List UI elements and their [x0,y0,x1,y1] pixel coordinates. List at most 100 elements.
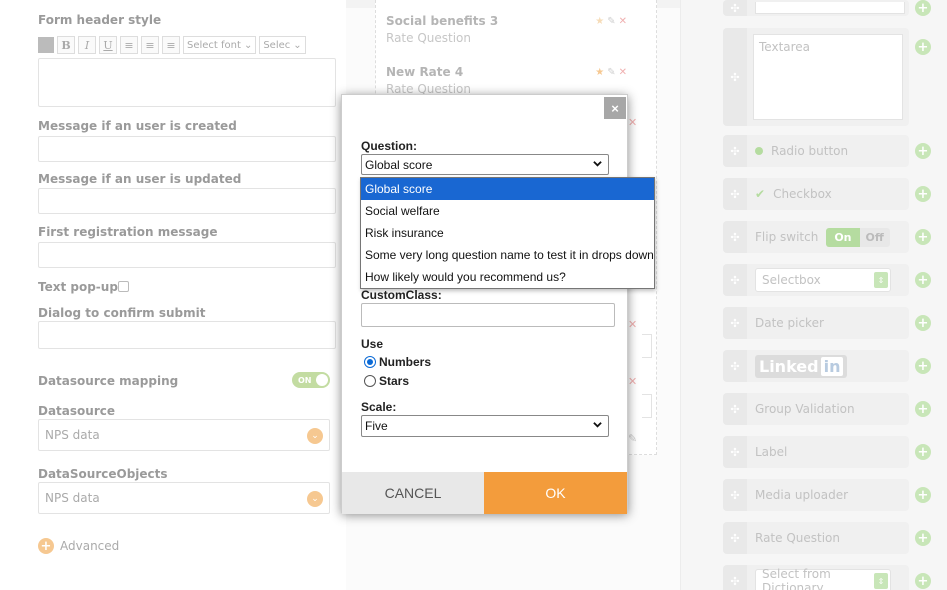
palette-item-linkedin[interactable]: ✣ Linked in [723,350,909,382]
palette-item-label[interactable]: ✣ Label [723,436,909,468]
add-icon[interactable]: + [915,487,931,503]
palette-item-rate-question[interactable]: ✣ Rate Question [723,522,909,554]
add-icon[interactable]: + [915,530,931,546]
add-icon[interactable]: + [915,315,931,331]
palette-item-checkbox[interactable]: ✣ ✔ Checkbox [723,178,909,210]
add-icon[interactable]: + [915,573,931,589]
star-icon[interactable]: ★ [595,67,607,78]
widget-palette: ✣ + ✣ Textarea + ✣ Radio button + ✣ ✔ Che… [680,0,947,590]
add-icon[interactable]: + [915,186,931,202]
datasource-objects-value: NPS data [45,491,100,505]
scale-select[interactable]: Five [361,415,609,437]
delete-icon[interactable]: ✕ [619,16,630,27]
move-icon[interactable]: ✣ [723,264,747,296]
radio-label: Numbers [379,355,432,369]
radio-unchecked-icon [364,375,376,387]
dropdown-option[interactable]: Risk insurance [361,222,654,244]
move-icon[interactable]: ✣ [723,0,747,16]
datasource-mapping-toggle[interactable]: ON [292,372,330,388]
add-icon[interactable]: + [915,229,931,245]
datasource-select[interactable]: NPS data ⌄ [38,419,330,451]
close-button[interactable]: × [604,97,626,119]
pencil-icon[interactable]: ✎ [607,16,618,27]
dropdown-option[interactable]: Some very long question name to test it … [361,244,654,266]
italic-button[interactable]: I [78,36,96,54]
add-icon[interactable]: + [915,358,931,374]
use-stars-radio[interactable]: Stars [364,374,409,388]
delete-icon[interactable]: ✕ [628,375,637,388]
question-select-value: Global score [365,157,433,172]
palette-item-media-uploader[interactable]: ✣ Media uploader [723,479,909,511]
first-registration-field[interactable] [38,242,336,268]
add-icon[interactable]: + [915,444,931,460]
delete-icon[interactable]: ✕ [619,67,630,78]
selectbox-preview: Selectbox ⇕ [755,268,891,292]
move-icon[interactable]: ✣ [723,28,747,126]
datasource-mapping-label: Datasource mapping [38,374,179,388]
palette-item-group-validation[interactable]: ✣ Group Validation [723,393,909,425]
align-left-icon[interactable]: ≡ [120,36,138,54]
dialog-confirm-field[interactable] [38,321,336,349]
move-icon[interactable]: ✣ [723,436,747,468]
palette-item-select-dictionary[interactable]: ✣ Select from Dictionary ⇕ [723,565,909,590]
add-icon[interactable]: + [915,143,931,159]
font-select[interactable]: Select font ⌄ [183,36,257,54]
palette-item-content: Date picker [747,316,909,330]
color-swatch-icon[interactable] [38,37,54,53]
dropdown-option[interactable]: Social welfare [361,200,654,222]
palette-item-flip-switch[interactable]: ✣ Flip switch On Off [723,221,909,253]
palette-item-label: Flip switch [755,230,819,244]
custom-class-label: CustomClass: [361,288,442,302]
use-numbers-radio[interactable]: Numbers [364,355,431,369]
add-icon[interactable]: + [915,401,931,417]
move-icon[interactable]: ✣ [723,393,747,425]
palette-item-radio[interactable]: ✣ Radio button [723,135,909,167]
cancel-button[interactable]: CANCEL [342,472,484,514]
message-created-field[interactable] [38,136,336,162]
dropdown-option[interactable]: Global score [361,178,654,200]
add-icon[interactable]: + [915,0,931,16]
move-icon[interactable]: ✣ [723,135,747,167]
align-right-icon[interactable]: ≡ [162,36,180,54]
ok-button[interactable]: OK [484,472,627,514]
bold-button[interactable]: B [57,36,75,54]
dropdown-option[interactable]: How likely would you recommend us? [361,266,654,288]
star-icon[interactable]: ★ [595,16,607,27]
datasource-objects-select[interactable]: NPS data ⌄ [38,482,330,514]
plus-icon: + [38,538,54,554]
list-item[interactable]: Social benefits 3 Rate Question ★✎✕ [386,14,646,45]
chevron-down-icon: ⌄ [307,491,323,507]
form-settings-panel: Form header style B I U ≡ ≡ ≡ Select fon… [0,0,346,590]
move-icon[interactable]: ✣ [723,350,747,382]
palette-item[interactable]: ✣ [723,0,909,16]
move-icon[interactable]: ✣ [723,522,747,554]
text-popup-checkbox[interactable] [118,281,129,292]
move-icon[interactable]: ✣ [723,479,747,511]
palette-item-selectbox[interactable]: ✣ Selectbox ⇕ [723,264,909,296]
list-item[interactable]: New Rate 4 Rate Question ★✎✕ [386,65,646,96]
move-icon[interactable]: ✣ [723,307,747,339]
size-select[interactable]: Selec ⌄ [259,36,306,54]
advanced-toggle[interactable]: + Advanced [38,538,119,554]
underline-button[interactable]: U [99,36,117,54]
palette-item-label: Label [755,445,788,459]
delete-icon[interactable]: ✕ [628,318,637,331]
scale-label: Scale: [361,400,397,414]
move-icon[interactable]: ✣ [723,221,747,253]
question-select[interactable]: Global score [361,154,609,175]
form-header-editor[interactable] [38,58,336,107]
palette-item-date-picker[interactable]: ✣ Date picker [723,307,909,339]
field-stub [642,334,652,358]
palette-item-textarea[interactable]: ✣ Textarea [723,28,909,126]
message-created-label: Message if an user is created [38,119,237,133]
pencil-icon[interactable]: ✎ [628,432,637,445]
move-icon[interactable]: ✣ [723,565,747,590]
align-center-icon[interactable]: ≡ [141,36,159,54]
pencil-icon[interactable]: ✎ [607,67,618,78]
add-icon[interactable]: + [915,39,931,55]
message-updated-field[interactable] [38,188,336,214]
add-icon[interactable]: + [915,272,931,288]
custom-class-input[interactable] [361,303,615,327]
delete-icon[interactable]: ✕ [628,116,637,129]
move-icon[interactable]: ✣ [723,178,747,210]
